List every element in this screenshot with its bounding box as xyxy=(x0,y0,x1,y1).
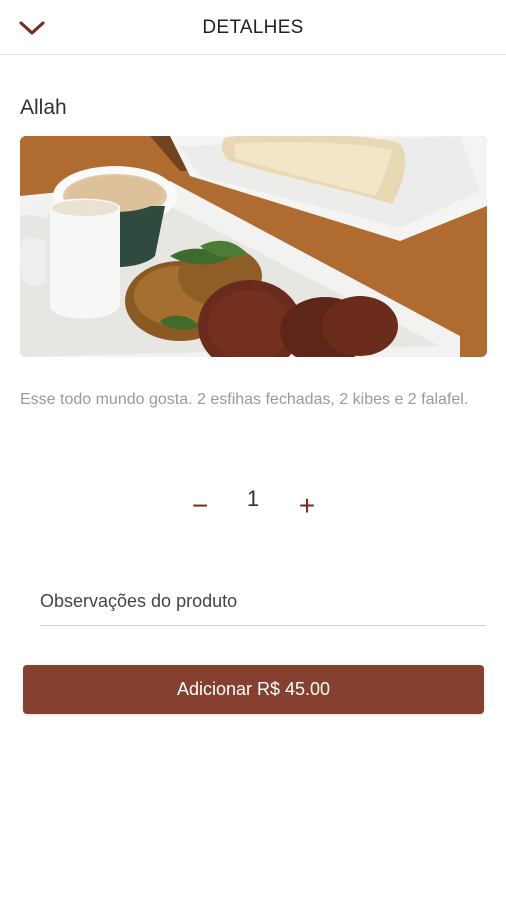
product-name: Allah xyxy=(20,96,67,119)
increase-quantity-button[interactable]: + xyxy=(287,484,327,528)
decrease-quantity-button[interactable]: − xyxy=(180,484,220,528)
quantity-value: 1 xyxy=(246,486,260,511)
product-notes-input[interactable] xyxy=(40,578,486,626)
add-to-cart-button[interactable]: Adicionar R$ 45.00 xyxy=(23,665,484,714)
quantity-stepper: − 1 + xyxy=(0,484,506,528)
top-bar: DETALHES xyxy=(0,0,506,55)
product-description: Esse todo mundo gosta. 2 esfihas fechada… xyxy=(20,391,469,408)
page-title: DETALHES xyxy=(202,17,304,38)
product-photo xyxy=(20,136,487,357)
